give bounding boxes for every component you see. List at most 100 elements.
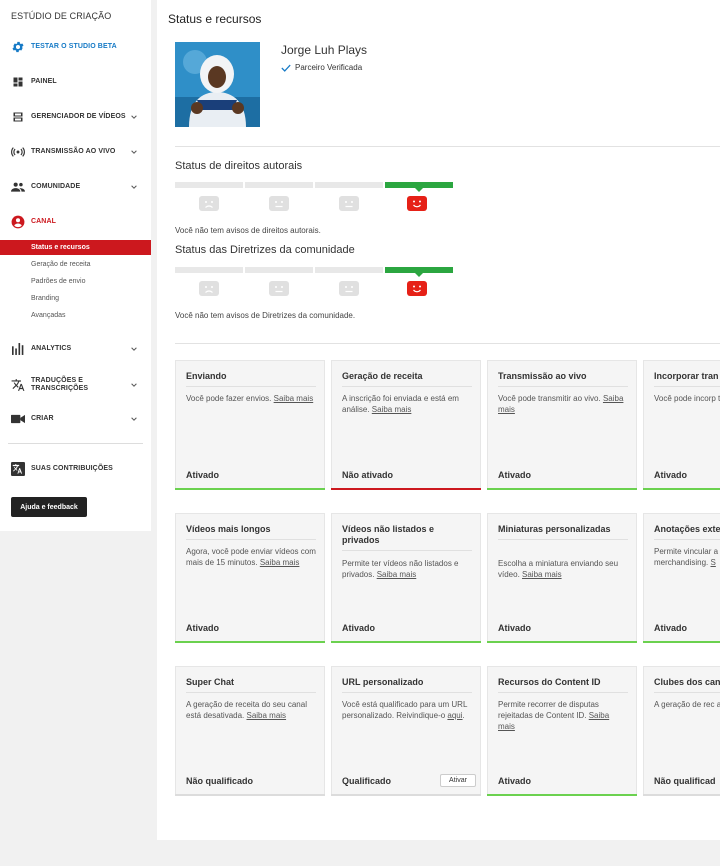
sidebar-item-label: TESTAR O STUDIO BETA (31, 43, 117, 50)
chevron-down-icon (131, 347, 137, 351)
channel-name: Jorge Luh Plays (281, 43, 368, 57)
feature-card: Super Chat A geração de receita do seu ca… (175, 666, 325, 796)
feature-card-status: Não qualificad (654, 776, 716, 786)
feature-card-title: Super Chat (186, 677, 316, 693)
sidebar-item-community[interactable]: COMUNIDADE (0, 176, 151, 198)
sidebar-item-channel[interactable]: CANAL (0, 211, 151, 233)
feature-card-title: Vídeos mais longos (186, 524, 316, 540)
copyright-strike-meter (175, 182, 455, 212)
feature-card-description: A geração de receita do seu canal está d… (186, 700, 307, 720)
sidebar-item-analytics[interactable]: ANALYTICS (0, 338, 151, 360)
feature-card: Miniaturas personalizadas Escolha a minia… (487, 513, 637, 643)
feature-card-status-bar (175, 488, 325, 490)
feature-card-description: Permite vincular a sites externos ou mer… (654, 547, 720, 567)
community-strike-meter (175, 267, 455, 297)
sidebar-item-test-beta[interactable]: TESTAR O STUDIO BETA (0, 36, 151, 58)
copyright-status-title: Status de direitos autorais (175, 160, 303, 172)
feature-card-status-bar (331, 488, 481, 490)
strike-segment (245, 267, 313, 273)
translate-icon (11, 378, 25, 392)
learn-more-link[interactable]: aqui (447, 711, 462, 720)
sidebar-item-label: TRANSMISSÃO AO VIVO (31, 148, 116, 155)
feature-card-status-bar (331, 641, 481, 643)
sidebar-sub-branding[interactable]: Branding (0, 291, 151, 306)
translate-box-icon (11, 462, 25, 476)
feature-card: Transmissão ao vivo Você pode transmitir … (487, 360, 637, 490)
neutral-face-icon (269, 281, 289, 296)
account-circle-icon (11, 215, 25, 229)
feature-card-title: Geração de receita (342, 371, 472, 387)
sidebar-sub-advanced[interactable]: Avançadas (0, 308, 151, 323)
community-status-message: Você não tem avisos de Diretrizes da com… (175, 311, 356, 320)
sidebar-sub-upload-defaults[interactable]: Padrões de envio (0, 274, 151, 289)
learn-more-link[interactable]: Saiba mais (260, 558, 300, 567)
help-feedback-button[interactable]: Ajuda e feedback (11, 497, 87, 517)
feature-card-status: Ativado (498, 776, 532, 786)
feature-card-status: Ativado (498, 470, 532, 480)
feature-card-status-bar (175, 794, 325, 796)
feature-card-title: Recursos do Content ID (498, 677, 628, 693)
feature-card-status: Ativado (654, 623, 688, 633)
chevron-down-icon (131, 115, 137, 119)
learn-more-link[interactable]: Saiba mais (377, 570, 417, 579)
sidebar-item-contributions[interactable]: SUAS CONTRIBUIÇÕES (0, 458, 151, 480)
feature-card-status: Ativado (342, 623, 376, 633)
feature-card-status: Ativado (186, 623, 220, 633)
feature-card-status: Não qualificado (186, 776, 254, 786)
sidebar-item-video-manager[interactable]: GERENCIADOR DE VÍDEOS (0, 106, 151, 128)
feature-card-status-bar (487, 488, 637, 490)
neutral-face-icon (339, 196, 359, 211)
feature-card-title: Miniaturas personalizadas (498, 524, 628, 540)
learn-more-link[interactable]: Saiba mais (274, 394, 314, 403)
current-marker-icon (415, 188, 423, 192)
strike-segment (315, 182, 383, 188)
sidebar-item-label: SUAS CONTRIBUIÇÕES (31, 465, 113, 472)
feature-card-status-bar (175, 641, 325, 643)
feature-card-title: Clubes dos can (654, 677, 720, 693)
sidebar-sub-monetization[interactable]: Geração de receita (0, 257, 151, 272)
feature-card: Recursos do Content ID Permite recorrer d… (487, 666, 637, 796)
strike-segment (175, 267, 243, 273)
sidebar-item-label: COMUNIDADE (31, 183, 81, 190)
sidebar-item-painel[interactable]: PAINEL (0, 71, 151, 93)
feature-card-title: Anotações exte (654, 524, 720, 540)
feature-card-status-bar (331, 794, 481, 796)
sidebar-item-translations[interactable]: TRADUÇÕES E TRANSCRIÇÕES (0, 372, 151, 398)
feature-card-status: Não ativado (342, 470, 394, 480)
feature-card: Anotações exte Permite vincular a sites e… (643, 513, 720, 643)
feature-card: Vídeos mais longos Agora, você pode envia… (175, 513, 325, 643)
sidebar-item-label: GERENCIADOR DE VÍDEOS (31, 113, 126, 120)
strike-segment (175, 182, 243, 188)
community-status-title: Status das Diretrizes da comunidade (175, 244, 355, 256)
feature-card-status: Ativado (498, 623, 532, 633)
feature-card: Vídeos não listados e privados Permite te… (331, 513, 481, 643)
feature-card: Clubes dos can A geração de rec ativada n… (643, 666, 720, 796)
learn-more-link[interactable]: Saiba mais (522, 570, 562, 579)
feature-card-status-bar (643, 641, 720, 643)
learn-more-link[interactable]: S (710, 558, 715, 567)
verified-label: Parceiro Verificada (295, 63, 363, 72)
feature-card: Enviando Você pode fazer envios. Saiba ma… (175, 360, 325, 490)
feature-card-status-bar (487, 794, 637, 796)
feature-card-title: Vídeos não listados e privados (342, 524, 472, 551)
strike-segment (315, 267, 383, 273)
sidebar-sub-status[interactable]: Status e recursos (0, 240, 151, 255)
neutral-face-icon (339, 281, 359, 296)
video-camera-icon (11, 412, 25, 426)
feature-card-title: URL personalizado (342, 677, 472, 693)
feature-card-description: Você pode transmitir ao vivo. Saiba mais (498, 394, 624, 414)
activate-button[interactable]: Ativar (440, 774, 476, 787)
feature-card-description: A inscrição foi enviada e está em anális… (342, 394, 459, 414)
strike-segment (245, 182, 313, 188)
sad-face-icon (199, 281, 219, 296)
chevron-down-icon (131, 185, 137, 189)
learn-more-link[interactable]: Saiba mais (246, 711, 286, 720)
sidebar-item-create[interactable]: CRIAR (0, 408, 151, 430)
chevron-down-icon (131, 417, 137, 421)
sidebar-item-live[interactable]: TRANSMISSÃO AO VIVO (0, 141, 151, 163)
learn-more-link[interactable]: Saiba mais (372, 405, 412, 414)
divider (175, 146, 720, 147)
sad-face-icon (199, 196, 219, 211)
people-icon (11, 180, 25, 194)
sidebar-divider (8, 443, 143, 444)
